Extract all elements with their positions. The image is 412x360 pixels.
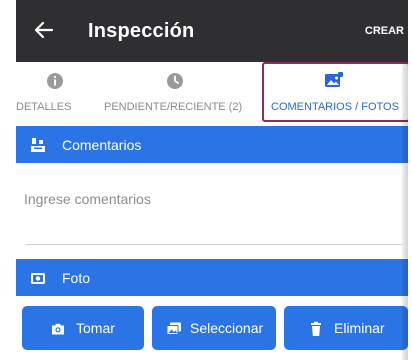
app-header: Inspección CREAR xyxy=(16,0,408,62)
tab-details[interactable]: DETALLES xyxy=(16,62,104,125)
comments-input[interactable]: Ingrese comentarios xyxy=(16,163,408,255)
delete-photo-button[interactable]: Eliminar xyxy=(284,306,408,350)
screen-edge-shadow xyxy=(402,62,408,360)
clock-icon xyxy=(164,70,186,92)
tab-details-label: DETALLES xyxy=(16,101,72,113)
comments-placeholder: Ingrese comentarios xyxy=(24,191,151,207)
page-title: Inspección xyxy=(88,20,195,42)
comments-icon xyxy=(30,137,46,153)
select-photo-label: Seleccionar xyxy=(190,320,264,336)
info-icon xyxy=(44,70,66,92)
comments-section-header: Comentarios xyxy=(16,126,408,163)
take-photo-label: Tomar xyxy=(76,320,115,336)
photo-heading: Foto xyxy=(62,270,91,286)
photo-icon xyxy=(30,270,46,286)
create-button[interactable]: CREAR xyxy=(365,25,404,37)
select-photo-button[interactable]: Seleccionar xyxy=(152,306,276,350)
photo-section-header: Foto xyxy=(16,259,408,296)
tab-pending-recent[interactable]: PENDIENTE/RECIENTE (2) xyxy=(104,62,254,125)
gallery-icon xyxy=(166,321,182,337)
delete-photo-label: Eliminar xyxy=(334,320,385,336)
tab-pending-recent-label: PENDIENTE/RECIENTE (2) xyxy=(104,101,243,113)
back-arrow-icon[interactable] xyxy=(32,18,56,42)
take-photo-button[interactable]: Tomar xyxy=(22,306,144,350)
active-tab-highlight xyxy=(262,62,408,122)
app-screen: Inspección CREAR DETALLES PENDIENTE/RECI xyxy=(16,0,408,360)
camera-icon xyxy=(50,321,66,337)
trash-icon xyxy=(308,321,324,337)
input-underline xyxy=(26,244,402,245)
comments-heading: Comentarios xyxy=(62,137,142,153)
